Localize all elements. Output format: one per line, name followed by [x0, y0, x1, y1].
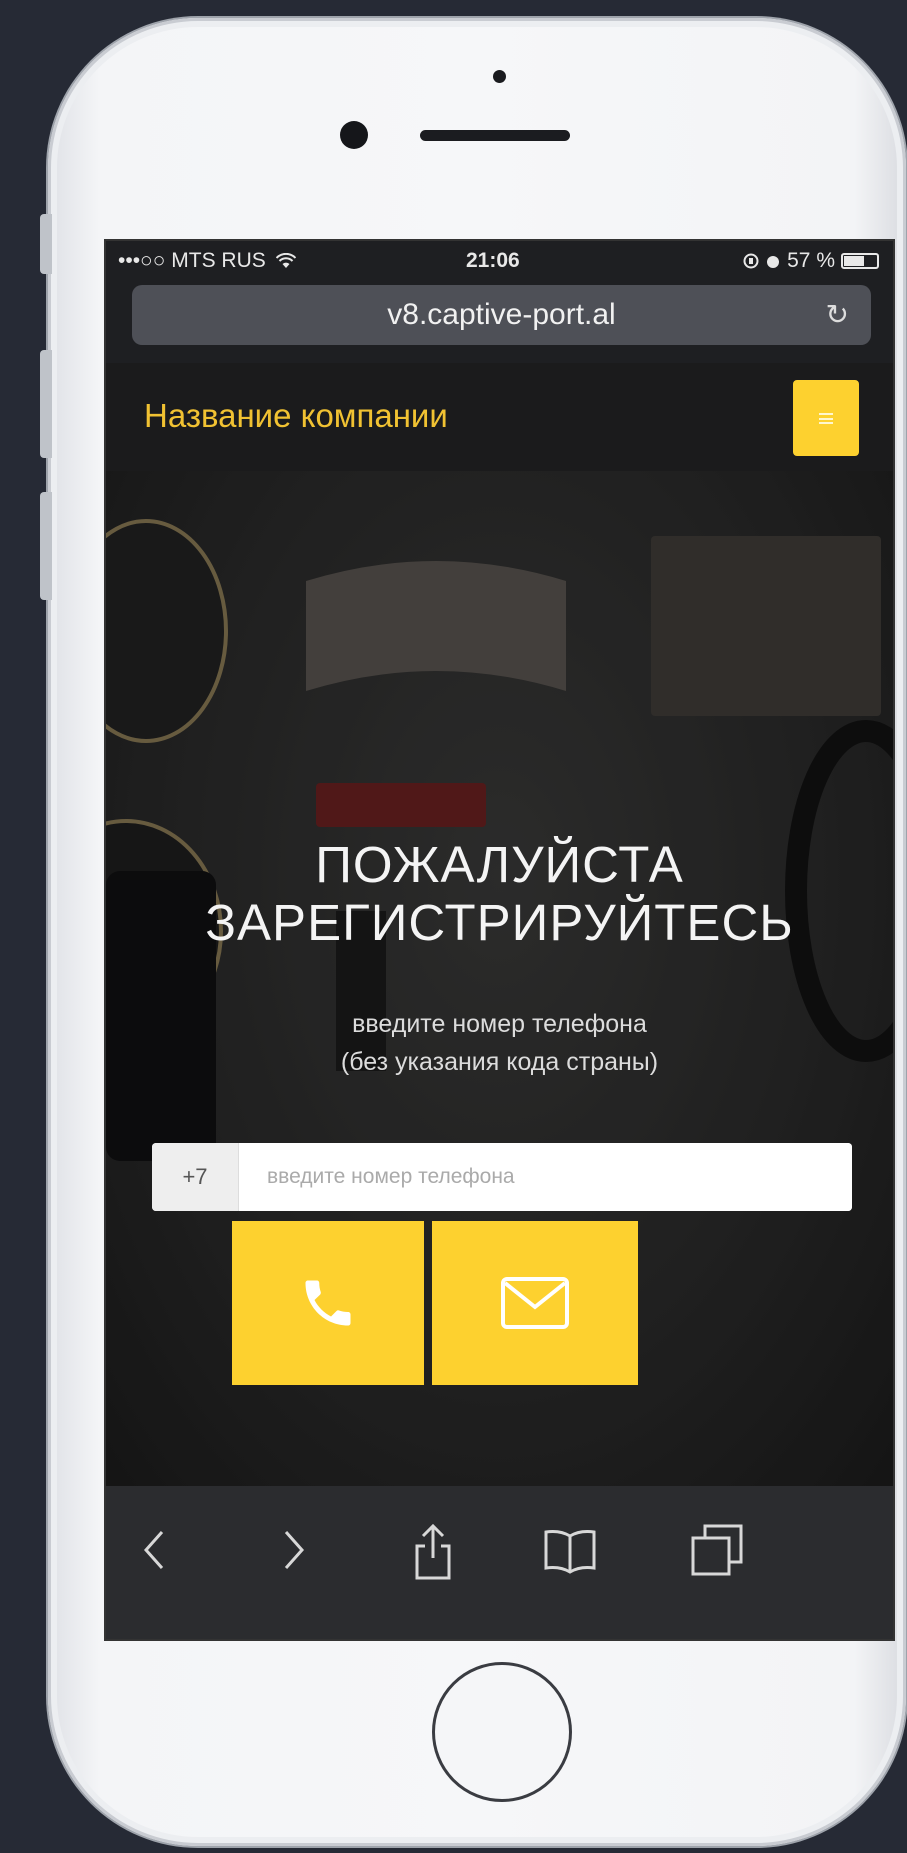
heading-line-1: ПОЖАЛУЙСТА — [315, 836, 684, 893]
reload-icon[interactable]: ↻ — [826, 285, 849, 345]
wifi-icon — [275, 252, 296, 268]
phone-number-input[interactable] — [239, 1143, 852, 1211]
company-name[interactable]: Название компании — [144, 397, 448, 435]
tabs-icon[interactable] — [689, 1522, 745, 1578]
status-time: 21:06 — [466, 249, 520, 272]
site-header: Название компании — [106, 363, 893, 471]
orientation-lock-icon — [743, 253, 759, 269]
battery-percent: 57 % — [787, 249, 835, 272]
envelope-icon — [501, 1277, 569, 1329]
bookmarks-icon[interactable] — [542, 1522, 598, 1578]
heading-line-2: ЗАРЕГИСТРИРУЙТЕСЬ — [205, 894, 794, 951]
phone-input-group: +7 — [152, 1143, 852, 1211]
earpiece-speaker — [420, 130, 570, 141]
back-icon[interactable] — [134, 1522, 174, 1578]
subheading-line-2: (без указания кода страны) — [340, 1048, 659, 1076]
url-text: v8.captive-port.al — [387, 298, 616, 331]
call-button[interactable] — [232, 1221, 424, 1385]
browser-address-area: v8.captive-port.al ↻ — [106, 279, 893, 363]
volume-up-button — [40, 350, 52, 458]
address-bar[interactable]: v8.captive-port.al ↻ — [132, 285, 871, 345]
proximity-sensor — [493, 70, 506, 83]
share-icon[interactable] — [411, 1522, 455, 1582]
email-button[interactable] — [432, 1221, 638, 1385]
forward-icon[interactable] — [274, 1522, 314, 1578]
country-code-prefix: +7 — [152, 1143, 239, 1211]
browser-toolbar — [106, 1486, 893, 1639]
menu-button[interactable] — [793, 380, 859, 456]
phone-icon — [305, 1280, 351, 1326]
page-subheading: введите номер телефона (без указания код… — [106, 1005, 893, 1081]
hero-section: ПОЖАЛУЙСТА ЗАРЕГИСТРИРУЙТЕСЬ введите ном… — [106, 471, 893, 1488]
subheading-line-1: введите номер телефона — [352, 1010, 647, 1038]
status-right: 57 % — [743, 249, 879, 273]
page-heading: ПОЖАЛУЙСТА ЗАРЕГИСТРИРУЙТЕСЬ — [106, 836, 893, 952]
front-camera — [340, 121, 368, 149]
home-button[interactable] — [432, 1662, 572, 1802]
alarm-icon — [767, 256, 780, 268]
battery-icon — [841, 253, 879, 269]
volume-down-button — [40, 492, 52, 600]
status-bar: •••○○ MTS RUS 21:06 57 % — [106, 241, 893, 279]
hamburger-icon — [819, 412, 833, 424]
phone-screen: •••○○ MTS RUS 21:06 57 % v8.captive-port… — [104, 239, 895, 1641]
carrier-label: •••○○ MTS RUS — [118, 249, 296, 273]
mute-switch — [40, 214, 52, 274]
